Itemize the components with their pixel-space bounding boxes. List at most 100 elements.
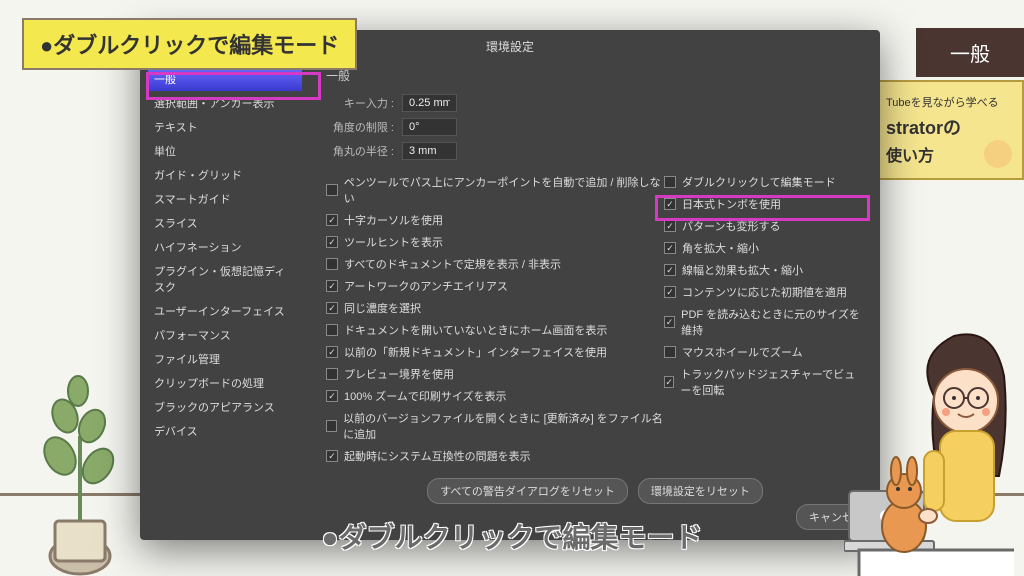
input-angle[interactable] bbox=[402, 118, 457, 136]
checkbox-col-right: ダブルクリックして編集モード日本式トンボを使用パターンも変形する角を拡大・縮小線… bbox=[664, 174, 864, 464]
checkbox-icon[interactable] bbox=[326, 236, 338, 248]
checkbox-icon[interactable] bbox=[664, 220, 676, 232]
checkbox-icon[interactable] bbox=[664, 264, 676, 276]
sidebar-item-4[interactable]: ガイド・グリッド bbox=[148, 163, 302, 187]
checkbox-right-3[interactable]: 角を拡大・縮小 bbox=[664, 240, 864, 256]
sidebar-item-13[interactable]: ブラックのアピアランス bbox=[148, 395, 302, 419]
label-angle: 角度の制限 : bbox=[326, 119, 394, 135]
checkbox-left-3[interactable]: すべてのドキュメントで定規を表示 / 非表示 bbox=[326, 256, 664, 272]
caption-bottom: ●ダブルクリックで編集モード bbox=[322, 516, 703, 556]
checkbox-label: 起動時にシステム互換性の問題を表示 bbox=[344, 448, 531, 464]
mini-avatar-icon bbox=[984, 140, 1012, 168]
sidebar-item-6[interactable]: スライス bbox=[148, 211, 302, 235]
side-line2: stratorの bbox=[886, 114, 1012, 140]
row-key-input: キー入力 : bbox=[326, 94, 864, 112]
checkbox-label: アートワークのアンチエイリアス bbox=[344, 278, 508, 294]
checkbox-label: 100% ズームで印刷サイズを表示 bbox=[344, 388, 507, 404]
checkbox-icon[interactable] bbox=[326, 324, 338, 336]
checkbox-left-9[interactable]: 100% ズームで印刷サイズを表示 bbox=[326, 388, 664, 404]
prefs-sidebar: 一般選択範囲・アンカー表示テキスト単位ガイド・グリッドスマートガイドスライスハイ… bbox=[140, 63, 310, 523]
checkbox-label: パターンも変形する bbox=[682, 218, 780, 234]
course-title-panel: Tubeを見ながら学べる stratorの 使い方 bbox=[874, 80, 1024, 180]
checkbox-left-10[interactable]: 以前のバージョンファイルを開くときに [更新済み] をファイル名に追加 bbox=[326, 410, 664, 442]
checkbox-right-4[interactable]: 線幅と効果も拡大・縮小 bbox=[664, 262, 864, 278]
input-key-input[interactable] bbox=[402, 94, 457, 112]
checkbox-left-8[interactable]: プレビュー境界を使用 bbox=[326, 366, 664, 382]
prefs-content: 一般 キー入力 : 角度の制限 : 角丸の半径 : ペンツールでパス上にアンカー… bbox=[310, 63, 880, 523]
checkbox-icon[interactable] bbox=[664, 316, 675, 328]
checkbox-label: 同じ濃度を選択 bbox=[344, 300, 421, 316]
dialog-body: 一般選択範囲・アンカー表示テキスト単位ガイド・グリッドスマートガイドスライスハイ… bbox=[140, 63, 880, 523]
checkbox-icon[interactable] bbox=[326, 258, 338, 270]
checkbox-label: 以前の「新規ドキュメント」インターフェイスを使用 bbox=[344, 344, 607, 360]
checkbox-label: ドキュメントを開いていないときにホーム画面を表示 bbox=[344, 322, 607, 338]
input-corner[interactable] bbox=[402, 142, 457, 160]
checkbox-left-6[interactable]: ドキュメントを開いていないときにホーム画面を表示 bbox=[326, 322, 664, 338]
checkbox-icon[interactable] bbox=[326, 302, 338, 314]
sidebar-item-0[interactable]: 一般 bbox=[148, 67, 302, 91]
character-illustration bbox=[844, 296, 1014, 576]
checkbox-left-7[interactable]: 以前の「新規ドキュメント」インターフェイスを使用 bbox=[326, 344, 664, 360]
label-key-input: キー入力 : bbox=[326, 95, 394, 111]
checkbox-icon[interactable] bbox=[326, 280, 338, 292]
checkbox-icon[interactable] bbox=[664, 176, 676, 188]
checkbox-columns: ペンツールでパス上にアンカーポイントを自動で追加 / 削除しない十字カーソルを使… bbox=[326, 174, 864, 464]
checkbox-right-2[interactable]: パターンも変形する bbox=[664, 218, 864, 234]
reset-prefs-button[interactable]: 環境設定をリセット bbox=[638, 478, 763, 504]
checkbox-label: 日本式トンボを使用 bbox=[682, 196, 781, 212]
checkbox-label: PDF を読み込むときに元のサイズを維持 bbox=[681, 306, 864, 338]
checkbox-icon[interactable] bbox=[664, 198, 676, 210]
checkbox-icon[interactable] bbox=[664, 286, 676, 298]
sidebar-item-11[interactable]: ファイル管理 bbox=[148, 347, 302, 371]
sidebar-item-2[interactable]: テキスト bbox=[148, 115, 302, 139]
content-header: 一般 bbox=[326, 67, 864, 84]
checkbox-left-5[interactable]: 同じ濃度を選択 bbox=[326, 300, 664, 316]
checkbox-label: マウスホイールでズーム bbox=[682, 344, 803, 360]
checkbox-left-11[interactable]: 起動時にシステム互換性の問題を表示 bbox=[326, 448, 664, 464]
checkbox-label: ダブルクリックして編集モード bbox=[682, 174, 836, 190]
row-angle: 角度の制限 : bbox=[326, 118, 864, 136]
checkbox-left-1[interactable]: 十字カーソルを使用 bbox=[326, 212, 664, 228]
checkbox-icon[interactable] bbox=[326, 450, 338, 462]
checkbox-left-0[interactable]: ペンツールでパス上にアンカーポイントを自動で追加 / 削除しない bbox=[326, 174, 664, 206]
checkbox-right-6[interactable]: PDF を読み込むときに元のサイズを維持 bbox=[664, 306, 864, 338]
checkbox-icon[interactable] bbox=[664, 346, 676, 358]
checkbox-label: 以前のバージョンファイルを開くときに [更新済み] をファイル名に追加 bbox=[343, 410, 664, 442]
checkbox-col-left: ペンツールでパス上にアンカーポイントを自動で追加 / 削除しない十字カーソルを使… bbox=[326, 174, 664, 464]
sidebar-item-9[interactable]: ユーザーインターフェイス bbox=[148, 299, 302, 323]
checkbox-label: トラックパッドジェスチャーでビューを回転 bbox=[680, 366, 864, 398]
checkbox-left-2[interactable]: ツールヒントを表示 bbox=[326, 234, 664, 250]
checkbox-right-8[interactable]: トラックパッドジェスチャーでビューを回転 bbox=[664, 366, 864, 398]
checkbox-icon[interactable] bbox=[326, 346, 338, 358]
checkbox-label: すべてのドキュメントで定規を表示 / 非表示 bbox=[344, 256, 561, 272]
sidebar-item-12[interactable]: クリップボードの処理 bbox=[148, 371, 302, 395]
row-corner: 角丸の半径 : bbox=[326, 142, 864, 160]
category-label: 一般 bbox=[916, 28, 1024, 77]
sidebar-item-1[interactable]: 選択範囲・アンカー表示 bbox=[148, 91, 302, 115]
checkbox-label: プレビュー境界を使用 bbox=[344, 366, 454, 382]
checkbox-icon[interactable] bbox=[326, 368, 338, 380]
sidebar-item-8[interactable]: プラグイン・仮想記憶ディスク bbox=[148, 259, 302, 299]
checkbox-icon[interactable] bbox=[326, 420, 337, 432]
checkbox-icon[interactable] bbox=[664, 376, 674, 388]
checkbox-right-1[interactable]: 日本式トンボを使用 bbox=[664, 196, 864, 212]
sidebar-item-7[interactable]: ハイフネーション bbox=[148, 235, 302, 259]
checkbox-icon[interactable] bbox=[326, 184, 338, 196]
checkbox-right-0[interactable]: ダブルクリックして編集モード bbox=[664, 174, 864, 190]
side-line1: Tubeを見ながら学べる bbox=[886, 94, 1012, 110]
checkbox-label: 角を拡大・縮小 bbox=[682, 240, 759, 256]
checkbox-right-5[interactable]: コンテンツに応じた初期値を適用 bbox=[664, 284, 864, 300]
callout-top: ●ダブルクリックで編集モード bbox=[22, 18, 357, 70]
label-corner: 角丸の半径 : bbox=[326, 143, 394, 159]
sidebar-item-5[interactable]: スマートガイド bbox=[148, 187, 302, 211]
checkbox-left-4[interactable]: アートワークのアンチエイリアス bbox=[326, 278, 664, 294]
checkbox-icon[interactable] bbox=[326, 214, 338, 226]
checkbox-icon[interactable] bbox=[664, 242, 676, 254]
sidebar-item-10[interactable]: パフォーマンス bbox=[148, 323, 302, 347]
reset-warnings-button[interactable]: すべての警告ダイアログをリセット bbox=[427, 478, 628, 504]
checkbox-icon[interactable] bbox=[326, 390, 338, 402]
sidebar-item-14[interactable]: デバイス bbox=[148, 419, 302, 443]
checkbox-label: 十字カーソルを使用 bbox=[344, 212, 443, 228]
sidebar-item-3[interactable]: 単位 bbox=[148, 139, 302, 163]
checkbox-right-7[interactable]: マウスホイールでズーム bbox=[664, 344, 864, 360]
